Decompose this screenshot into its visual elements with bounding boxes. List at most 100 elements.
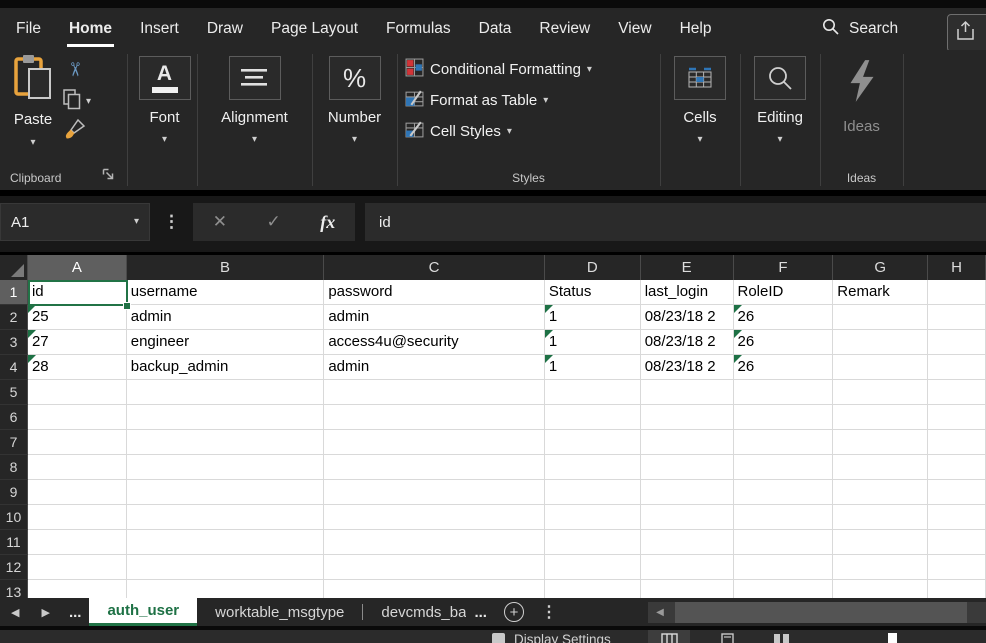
column-header-B[interactable]: B [127, 255, 325, 280]
row-header-12[interactable]: 12 [0, 555, 28, 580]
column-header-E[interactable]: E [641, 255, 734, 280]
sheet-tab-worktable-msgtype[interactable]: worktable_msgtype [197, 598, 362, 626]
cell-E9[interactable] [641, 480, 734, 505]
row-header-9[interactable]: 9 [0, 480, 28, 505]
scroll-left-icon[interactable]: ◀ [648, 607, 672, 618]
alignment-dropdown-caret-icon[interactable]: ▾ [252, 135, 257, 145]
row-header-1[interactable]: 1 [0, 280, 28, 305]
row-header-3[interactable]: 3 [0, 330, 28, 355]
cell-B4[interactable]: backup_admin [127, 355, 325, 380]
cell-A10[interactable] [28, 505, 127, 530]
menu-home[interactable]: Home [55, 8, 126, 50]
cell-F6[interactable] [734, 405, 834, 430]
cell-B7[interactable] [127, 430, 325, 455]
row-header-11[interactable]: 11 [0, 530, 28, 555]
cell-B3[interactable]: engineer [127, 330, 325, 355]
cell-A9[interactable] [28, 480, 127, 505]
formula-bar-handle-dots-icon[interactable]: ⋮ [163, 203, 180, 241]
cells-group-button[interactable]: Cells ▾ [660, 56, 740, 145]
cell-E8[interactable] [641, 455, 734, 480]
cell-B1[interactable]: username [127, 280, 325, 305]
select-all-corner[interactable] [0, 255, 28, 280]
paste-button[interactable]: Paste ▾ [6, 54, 60, 148]
formula-input[interactable]: id [365, 203, 986, 241]
cell-H12[interactable] [928, 555, 986, 580]
cell-E10[interactable] [641, 505, 734, 530]
cell-F7[interactable] [734, 430, 834, 455]
column-header-G[interactable]: G [833, 255, 928, 280]
view-page-layout-icon[interactable] [706, 630, 748, 643]
sheet-menu-dots-icon[interactable]: ⋮ [541, 602, 557, 622]
cell-C7[interactable] [324, 430, 545, 455]
sheet-tabs-overflow-right[interactable]: ... [466, 598, 495, 626]
cell-C1[interactable]: password [324, 280, 545, 305]
cell-E3[interactable]: 08/23/18 2 [641, 330, 734, 355]
menu-file[interactable]: File [2, 8, 55, 50]
sheet-tabs-overflow-left[interactable]: ... [61, 598, 90, 626]
insert-function-fx-icon[interactable]: fx [320, 212, 335, 233]
column-header-C[interactable]: C [324, 255, 545, 280]
cell-G8[interactable] [833, 455, 928, 480]
font-group-button[interactable]: A Font ▾ [132, 56, 197, 145]
cell-B8[interactable] [127, 455, 325, 480]
cell-H5[interactable] [928, 380, 986, 405]
column-header-H[interactable]: H [928, 255, 986, 280]
cell-F10[interactable] [734, 505, 834, 530]
enter-icon[interactable]: ✓ [267, 212, 281, 232]
cell-E12[interactable] [641, 555, 734, 580]
cell-A6[interactable] [28, 405, 127, 430]
cell-H6[interactable] [928, 405, 986, 430]
cell-D1[interactable]: Status [545, 280, 641, 305]
horizontal-scrollbar[interactable]: ◀ [648, 602, 986, 623]
cell-D4[interactable]: 1 [545, 355, 641, 380]
format-as-table-button[interactable]: Format as Table ▾ [405, 89, 548, 112]
cell-B10[interactable] [127, 505, 325, 530]
cell-G11[interactable] [833, 530, 928, 555]
cell-A5[interactable] [28, 380, 127, 405]
cell-F8[interactable] [734, 455, 834, 480]
menu-data[interactable]: Data [465, 8, 526, 50]
menu-help[interactable]: Help [666, 8, 726, 50]
menu-view[interactable]: View [604, 8, 665, 50]
cell-G7[interactable] [833, 430, 928, 455]
cells-dropdown-caret-icon[interactable]: ▾ [697, 135, 702, 145]
cell-E1[interactable]: last_login [641, 280, 734, 305]
conditional-formatting-button[interactable]: Conditional Formatting ▾ [405, 58, 592, 81]
cell-D7[interactable] [545, 430, 641, 455]
cell-B2[interactable]: admin [127, 305, 325, 330]
cell-E11[interactable] [641, 530, 734, 555]
cell-H11[interactable] [928, 530, 986, 555]
clipboard-dialog-launcher-icon[interactable] [102, 167, 114, 185]
cell-A7[interactable] [28, 430, 127, 455]
cell-C5[interactable] [324, 380, 545, 405]
cell-A8[interactable] [28, 455, 127, 480]
column-header-F[interactable]: F [734, 255, 834, 280]
cell-G10[interactable] [833, 505, 928, 530]
cell-D8[interactable] [545, 455, 641, 480]
cell-D5[interactable] [545, 380, 641, 405]
cell-F11[interactable] [734, 530, 834, 555]
cell-E2[interactable]: 08/23/18 2 [641, 305, 734, 330]
cell-F12[interactable] [734, 555, 834, 580]
cell-D3[interactable]: 1 [545, 330, 641, 355]
cell-B12[interactable] [127, 555, 325, 580]
column-header-A[interactable]: A [28, 255, 127, 280]
cell-B9[interactable] [127, 480, 325, 505]
alignment-group-button[interactable]: Alignment ▾ [197, 56, 312, 145]
cell-B5[interactable] [127, 380, 325, 405]
column-header-D[interactable]: D [545, 255, 641, 280]
row-header-8[interactable]: 8 [0, 455, 28, 480]
cell-A4[interactable]: 28 [28, 355, 127, 380]
cell-H2[interactable] [928, 305, 986, 330]
cell-A11[interactable] [28, 530, 127, 555]
cell-G2[interactable] [833, 305, 928, 330]
cell-C4[interactable]: admin [324, 355, 545, 380]
cell-E7[interactable] [641, 430, 734, 455]
cell-F1[interactable]: RoleID [734, 280, 834, 305]
cell-E5[interactable] [641, 380, 734, 405]
cell-D6[interactable] [545, 405, 641, 430]
row-header-4[interactable]: 4 [0, 355, 28, 380]
cell-G9[interactable] [833, 480, 928, 505]
copy-button[interactable]: ▾ [63, 89, 91, 115]
cell-G12[interactable] [833, 555, 928, 580]
